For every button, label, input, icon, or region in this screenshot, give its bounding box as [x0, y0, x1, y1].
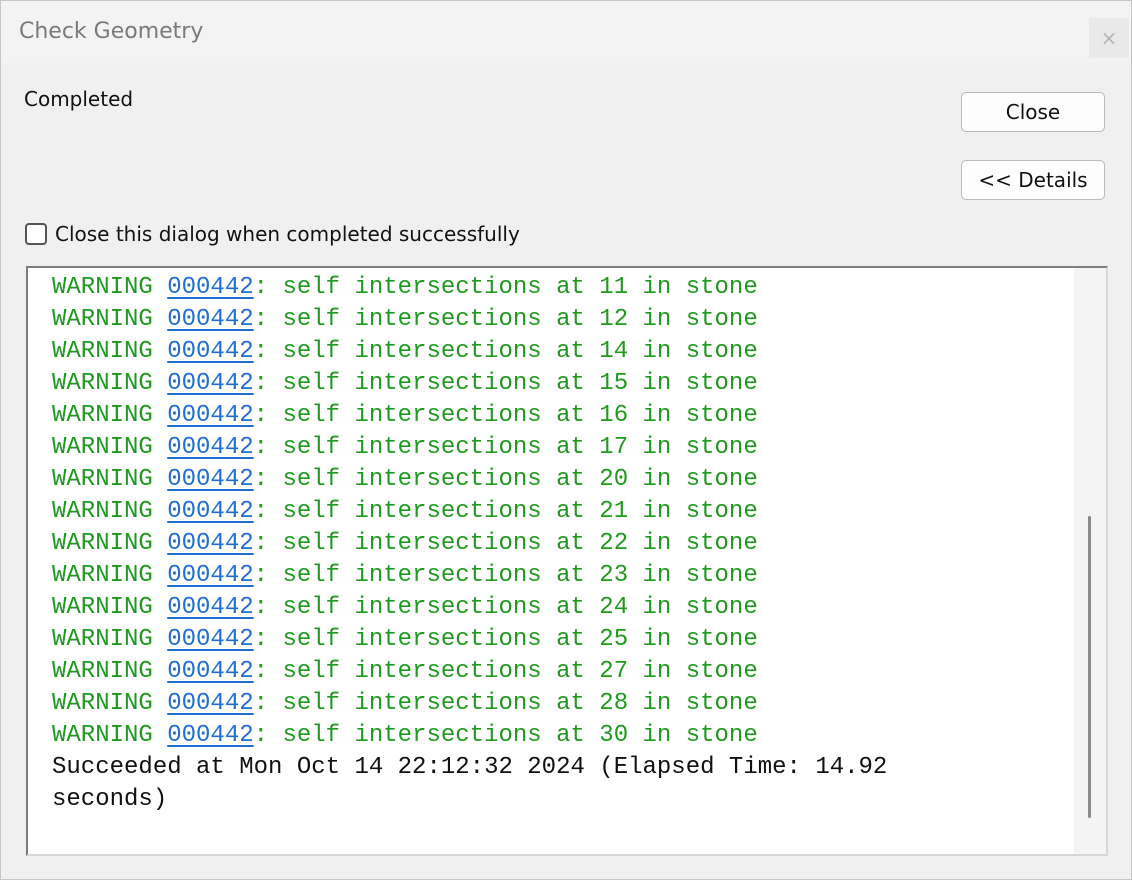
warning-prefix: WARNING — [52, 690, 168, 717]
warning-code-link[interactable]: 000442 — [167, 370, 253, 397]
warning-prefix: WARNING — [52, 402, 168, 429]
warning-message: : self intersections at 21 in stone — [253, 498, 758, 525]
warning-message: : self intersections at 24 in stone — [253, 594, 758, 621]
warning-code-link[interactable]: 000442 — [167, 594, 253, 621]
log-warning-line: WARNING 000442: self intersections at 20… — [52, 464, 1052, 496]
log-warning-line: WARNING 000442: self intersections at 28… — [52, 688, 1052, 720]
scrollbar-thumb[interactable] — [1088, 516, 1091, 818]
status-text: Completed — [24, 87, 134, 111]
warning-code-link[interactable]: 000442 — [167, 402, 253, 429]
log-warning-line: WARNING 000442: self intersections at 17… — [52, 432, 1052, 464]
warning-prefix: WARNING — [52, 338, 168, 365]
warning-message: : self intersections at 11 in stone — [253, 274, 758, 301]
warning-code-link[interactable]: 000442 — [167, 434, 253, 461]
success-message: Succeeded at Mon Oct 14 22:12:32 2024 (E… — [52, 754, 902, 813]
log-warning-line: WARNING 000442: self intersections at 21… — [52, 496, 1052, 528]
warning-message: : self intersections at 28 in stone — [253, 690, 758, 717]
details-toggle-button[interactable]: << Details — [961, 160, 1105, 200]
close-on-success-label[interactable]: Close this dialog when completed success… — [55, 222, 520, 246]
warning-code-link[interactable]: 000442 — [167, 338, 253, 365]
warning-code-link[interactable]: 000442 — [167, 306, 253, 333]
log-warning-line: WARNING 000442: self intersections at 22… — [52, 528, 1052, 560]
message-log[interactable]: WARNING 000442: self intersections at 11… — [26, 266, 1108, 856]
log-warning-line: WARNING 000442: self intersections at 30… — [52, 720, 1052, 752]
log-warning-line: WARNING 000442: self intersections at 23… — [52, 560, 1052, 592]
warning-prefix: WARNING — [52, 370, 168, 397]
close-on-success-checkbox[interactable] — [25, 223, 47, 245]
warning-message: : self intersections at 17 in stone — [253, 434, 758, 461]
check-geometry-dialog: Check Geometry × Completed Close << Deta… — [0, 0, 1132, 880]
warning-code-link[interactable]: 000442 — [167, 466, 253, 493]
warning-code-link[interactable]: 000442 — [167, 498, 253, 525]
warning-code-link[interactable]: 000442 — [167, 722, 253, 749]
warning-message: : self intersections at 12 in stone — [253, 306, 758, 333]
warning-prefix: WARNING — [52, 562, 168, 589]
vertical-scrollbar[interactable] — [1074, 268, 1106, 854]
warning-message: : self intersections at 27 in stone — [253, 658, 758, 685]
warning-code-link[interactable]: 000442 — [167, 274, 253, 301]
message-log-lines: WARNING 000442: self intersections at 11… — [52, 272, 1052, 816]
warning-message: : self intersections at 22 in stone — [253, 530, 758, 557]
warning-message: : self intersections at 15 in stone — [253, 370, 758, 397]
log-warning-line: WARNING 000442: self intersections at 27… — [52, 656, 1052, 688]
warning-prefix: WARNING — [52, 434, 168, 461]
warning-code-link[interactable]: 000442 — [167, 690, 253, 717]
warning-prefix: WARNING — [52, 466, 168, 493]
log-warning-line: WARNING 000442: self intersections at 25… — [52, 624, 1052, 656]
log-warning-line: WARNING 000442: self intersections at 14… — [52, 336, 1052, 368]
warning-prefix: WARNING — [52, 626, 168, 653]
close-button[interactable]: Close — [961, 92, 1105, 132]
warning-code-link[interactable]: 000442 — [167, 562, 253, 589]
warning-prefix: WARNING — [52, 658, 168, 685]
warning-message: : self intersections at 14 in stone — [253, 338, 758, 365]
warning-code-link[interactable]: 000442 — [167, 626, 253, 653]
log-warning-line: WARNING 000442: self intersections at 16… — [52, 400, 1052, 432]
warning-prefix: WARNING — [52, 594, 168, 621]
log-warning-line: WARNING 000442: self intersections at 15… — [52, 368, 1052, 400]
warning-message: : self intersections at 30 in stone — [253, 722, 758, 749]
warning-prefix: WARNING — [52, 274, 168, 301]
warning-message: : self intersections at 20 in stone — [253, 466, 758, 493]
warning-prefix: WARNING — [52, 530, 168, 557]
warning-code-link[interactable]: 000442 — [167, 530, 253, 557]
close-icon[interactable]: × — [1089, 18, 1129, 58]
log-warning-line: WARNING 000442: self intersections at 24… — [52, 592, 1052, 624]
warning-message: : self intersections at 23 in stone — [253, 562, 758, 589]
warning-prefix: WARNING — [52, 498, 168, 525]
log-warning-line: WARNING 000442: self intersections at 11… — [52, 272, 1052, 304]
window-title: Check Geometry — [19, 19, 204, 44]
warning-prefix: WARNING — [52, 306, 168, 333]
title-bar: Check Geometry × — [1, 1, 1131, 63]
warning-code-link[interactable]: 000442 — [167, 658, 253, 685]
warning-message: : self intersections at 16 in stone — [253, 402, 758, 429]
warning-prefix: WARNING — [52, 722, 168, 749]
log-warning-line: WARNING 000442: self intersections at 12… — [52, 304, 1052, 336]
close-on-success-option[interactable]: Close this dialog when completed success… — [25, 221, 520, 247]
warning-message: : self intersections at 25 in stone — [253, 626, 758, 653]
